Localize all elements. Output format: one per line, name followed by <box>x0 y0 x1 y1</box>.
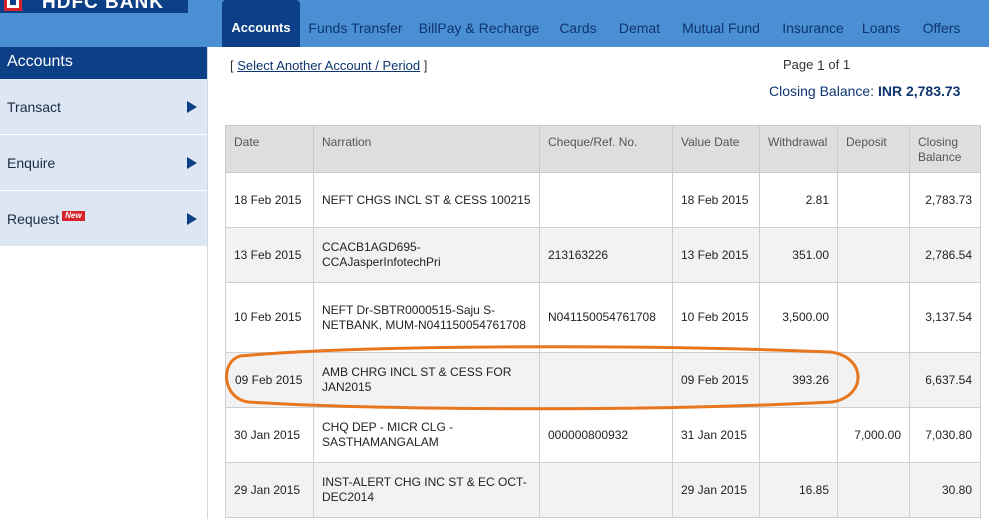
page-total: of 1 <box>828 57 851 72</box>
pagination-info: Page 1 of 1 <box>783 57 850 73</box>
brand-name: HDFC BANK <box>42 0 164 13</box>
withdrawal-cell: 351.00 <box>759 227 838 283</box>
date-cell: 09 Feb 2015 <box>225 352 314 408</box>
withdrawal-cell: 16.85 <box>759 462 838 518</box>
column-header-value-date: Value Date <box>672 125 760 173</box>
date-cell: 13 Feb 2015 <box>225 227 314 283</box>
column-header-ref: Cheque/Ref. No. <box>539 125 673 173</box>
nav-tab-loans[interactable]: Loans <box>854 0 908 47</box>
sidebar-item-label: Request <box>7 210 60 227</box>
sidebar-item-transact[interactable]: Transact <box>0 79 207 135</box>
ref-cell: 213163226 <box>539 227 673 283</box>
arrow-right-icon <box>187 213 197 225</box>
statement-table: Date Narration Cheque/Ref. No. Value Dat… <box>225 125 981 518</box>
date-cell: 30 Jan 2015 <box>225 407 314 463</box>
column-header-withdrawal: Withdrawal <box>759 125 838 173</box>
balance-cell: 3,137.54 <box>909 282 981 353</box>
balance-cell: 2,783.73 <box>909 172 981 228</box>
nav-tab-funds-transfer[interactable]: Funds Transfer <box>300 0 411 47</box>
deposit-cell <box>837 352 910 408</box>
date-cell: 18 Feb 2015 <box>225 172 314 228</box>
value-date-cell: 09 Feb 2015 <box>672 352 760 408</box>
page-current: 1 <box>817 57 825 73</box>
table-row: 10 Feb 2015 NEFT Dr-SBTR0000515-Saju S-NE… <box>225 282 981 353</box>
narration-cell: AMB CHRG INCL ST & CESS FOR JAN2015 <box>313 352 540 408</box>
nav-tab-accounts[interactable]: Accounts <box>222 0 300 47</box>
nav-tab-demat[interactable]: Demat <box>609 0 670 47</box>
closing-balance-label: Closing Balance: <box>769 83 875 99</box>
narration-cell: CHQ DEP - MICR CLG - SASTHAMANGALAM <box>313 407 540 463</box>
balance-cell: 30.80 <box>909 462 981 518</box>
hdfc-logo[interactable]: HDFC BANK <box>0 0 188 13</box>
arrow-right-icon <box>187 101 197 113</box>
closing-balance-value: INR 2,783.73 <box>877 83 961 99</box>
narration-cell: NEFT CHGS INCL ST & CESS 100215 <box>313 172 540 228</box>
table-row: 13 Feb 2015 CCACB1AGD695-CCAJasperInfotec… <box>225 227 981 283</box>
deposit-cell: 7,000.00 <box>837 407 910 463</box>
select-account-link[interactable]: Select Another Account / Period <box>237 58 420 73</box>
top-navigation-bar: HDFC BANK Accounts Funds Transfer BillPay … <box>0 0 989 47</box>
ref-cell <box>539 172 673 228</box>
closing-balance: Closing Balance: INR 2,783.73 <box>769 83 960 99</box>
withdrawal-cell <box>759 407 838 463</box>
nav-tab-billpay-recharge[interactable]: BillPay & Recharge <box>411 0 547 47</box>
nav-tab-mutual-fund[interactable]: Mutual Fund <box>670 0 772 47</box>
deposit-cell <box>837 227 910 283</box>
column-header-deposit: Deposit <box>837 125 910 173</box>
date-cell: 10 Feb 2015 <box>225 282 314 353</box>
new-badge: New <box>62 210 85 221</box>
nav-tab-offers[interactable]: Offers <box>908 0 975 47</box>
value-date-cell: 13 Feb 2015 <box>672 227 760 283</box>
table-row: 09 Feb 2015 AMB CHRG INCL ST & CESS FOR J… <box>225 352 981 408</box>
balance-cell: 7,030.80 <box>909 407 981 463</box>
sidebar-item-enquire[interactable]: Enquire <box>0 135 207 191</box>
deposit-cell <box>837 172 910 228</box>
sidebar-item-request[interactable]: Request New <box>0 191 207 247</box>
hdfc-logo-mark-icon <box>4 0 22 11</box>
withdrawal-cell: 393.26 <box>759 352 838 408</box>
column-header-closing-balance: Closing Balance <box>909 125 981 173</box>
nav-tab-insurance[interactable]: Insurance <box>772 0 854 47</box>
sidebar-item-label: Enquire <box>7 154 56 171</box>
select-account-area: [ Select Another Account / Period ] <box>230 58 428 73</box>
value-date-cell: 10 Feb 2015 <box>672 282 760 353</box>
value-date-cell: 18 Feb 2015 <box>672 172 760 228</box>
table-row: 18 Feb 2015 NEFT CHGS INCL ST & CESS 1002… <box>225 172 981 228</box>
table-row: 30 Jan 2015 CHQ DEP - MICR CLG - SASTHAMA… <box>225 407 981 463</box>
main-nav: Accounts Funds Transfer BillPay & Recharge… <box>222 0 975 47</box>
ref-cell <box>539 462 673 518</box>
sidebar: Accounts Transact Enquire Request New <box>0 47 208 519</box>
value-date-cell: 29 Jan 2015 <box>672 462 760 518</box>
narration-cell: INST-ALERT CHG INC ST & EC OCT-DEC2014 <box>313 462 540 518</box>
withdrawal-cell: 3,500.00 <box>759 282 838 353</box>
deposit-cell <box>837 462 910 518</box>
column-header-date: Date <box>225 125 314 173</box>
withdrawal-cell: 2.81 <box>759 172 838 228</box>
value-date-cell: 31 Jan 2015 <box>672 407 760 463</box>
table-header-row: Date Narration Cheque/Ref. No. Value Dat… <box>225 125 981 173</box>
arrow-right-icon <box>187 157 197 169</box>
balance-cell: 2,786.54 <box>909 227 981 283</box>
ref-cell <box>539 352 673 408</box>
column-header-narration: Narration <box>313 125 540 173</box>
narration-cell: NEFT Dr-SBTR0000515-Saju S-NETBANK, MUM-… <box>313 282 540 353</box>
sidebar-title: Accounts <box>0 47 207 79</box>
sidebar-item-label: Transact <box>7 98 61 115</box>
balance-cell: 6,637.54 <box>909 352 981 408</box>
narration-cell: CCACB1AGD695-CCAJasperInfotechPri <box>313 227 540 283</box>
nav-tab-cards[interactable]: Cards <box>547 0 609 47</box>
table-row: 29 Jan 2015 INST-ALERT CHG INC ST & EC OC… <box>225 462 981 518</box>
date-cell: 29 Jan 2015 <box>225 462 314 518</box>
deposit-cell <box>837 282 910 353</box>
page-label: Page <box>783 57 814 72</box>
ref-cell: N041150054761708 <box>539 282 673 353</box>
ref-cell: 000000800932 <box>539 407 673 463</box>
